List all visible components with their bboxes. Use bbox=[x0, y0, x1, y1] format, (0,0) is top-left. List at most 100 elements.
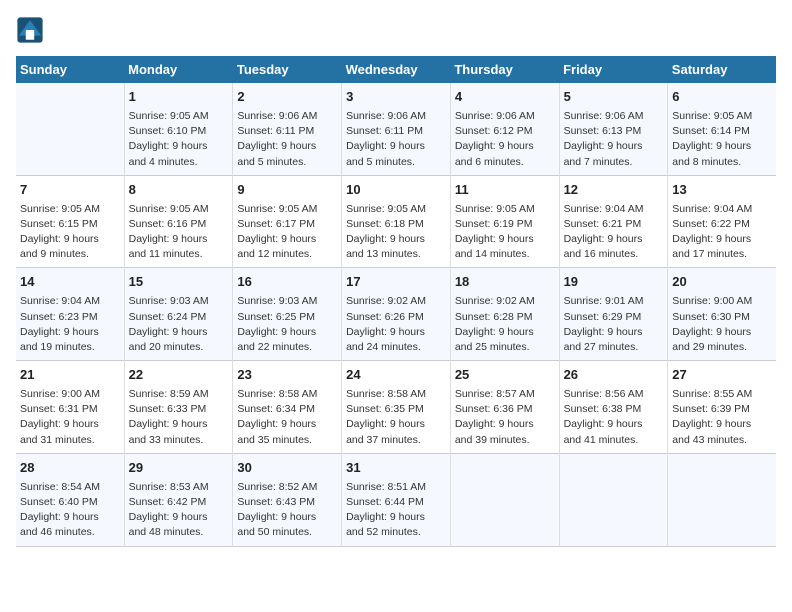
day-info: Sunrise: 9:06 AM Sunset: 6:11 PM Dayligh… bbox=[237, 109, 337, 170]
day-number: 29 bbox=[129, 459, 229, 478]
day-info: Sunrise: 8:54 AM Sunset: 6:40 PM Dayligh… bbox=[20, 480, 120, 541]
day-number: 7 bbox=[20, 181, 120, 200]
day-number: 6 bbox=[672, 88, 772, 107]
day-info: Sunrise: 9:00 AM Sunset: 6:30 PM Dayligh… bbox=[672, 294, 772, 355]
day-info: Sunrise: 8:58 AM Sunset: 6:35 PM Dayligh… bbox=[346, 387, 446, 448]
week-row-3: 14Sunrise: 9:04 AM Sunset: 6:23 PM Dayli… bbox=[16, 268, 776, 361]
day-cell: 19 Sunrise: 9:01 AM Sunset: 6:29 PM Dayli… bbox=[559, 268, 668, 361]
day-cell: 28Sunrise: 8:54 AM Sunset: 6:40 PM Dayli… bbox=[16, 453, 124, 546]
day-cell: 30 Sunrise: 8:52 AM Sunset: 6:43 PM Dayli… bbox=[233, 453, 342, 546]
day-cell: 2 Sunrise: 9:06 AM Sunset: 6:11 PM Daylig… bbox=[233, 83, 342, 175]
day-cell: 25 Sunrise: 8:57 AM Sunset: 6:36 PM Dayli… bbox=[450, 361, 559, 454]
day-cell: 13 Sunrise: 9:04 AM Sunset: 6:22 PM Dayli… bbox=[668, 175, 776, 268]
day-cell: 27 Sunrise: 8:55 AM Sunset: 6:39 PM Dayli… bbox=[668, 361, 776, 454]
day-number: 10 bbox=[346, 181, 446, 200]
header-cell-saturday: Saturday bbox=[668, 56, 776, 83]
day-info: Sunrise: 9:05 AM Sunset: 6:17 PM Dayligh… bbox=[237, 202, 337, 263]
day-number: 25 bbox=[455, 366, 555, 385]
day-cell: 9 Sunrise: 9:05 AM Sunset: 6:17 PM Daylig… bbox=[233, 175, 342, 268]
day-number: 4 bbox=[455, 88, 555, 107]
day-info: Sunrise: 9:02 AM Sunset: 6:26 PM Dayligh… bbox=[346, 294, 446, 355]
day-info: Sunrise: 8:55 AM Sunset: 6:39 PM Dayligh… bbox=[672, 387, 772, 448]
day-cell: 8Sunrise: 9:05 AM Sunset: 6:16 PM Daylig… bbox=[124, 175, 233, 268]
header-cell-thursday: Thursday bbox=[450, 56, 559, 83]
day-cell: 15Sunrise: 9:03 AM Sunset: 6:24 PM Dayli… bbox=[124, 268, 233, 361]
header-cell-sunday: Sunday bbox=[16, 56, 124, 83]
day-info: Sunrise: 9:06 AM Sunset: 6:12 PM Dayligh… bbox=[455, 109, 555, 170]
day-info: Sunrise: 9:04 AM Sunset: 6:23 PM Dayligh… bbox=[20, 294, 120, 355]
day-cell: 23Sunrise: 8:58 AM Sunset: 6:34 PM Dayli… bbox=[233, 361, 342, 454]
day-info: Sunrise: 9:00 AM Sunset: 6:31 PM Dayligh… bbox=[20, 387, 120, 448]
day-number: 9 bbox=[237, 181, 337, 200]
calendar-table: SundayMondayTuesdayWednesdayThursdayFrid… bbox=[16, 56, 776, 547]
day-number: 16 bbox=[237, 273, 337, 292]
day-info: Sunrise: 8:53 AM Sunset: 6:42 PM Dayligh… bbox=[129, 480, 229, 541]
header-cell-tuesday: Tuesday bbox=[233, 56, 342, 83]
day-number: 20 bbox=[672, 273, 772, 292]
day-number: 8 bbox=[129, 181, 229, 200]
day-number: 15 bbox=[129, 273, 229, 292]
day-number: 17 bbox=[346, 273, 446, 292]
day-cell: 5Sunrise: 9:06 AM Sunset: 6:13 PM Daylig… bbox=[559, 83, 668, 175]
day-cell bbox=[16, 83, 124, 175]
day-cell bbox=[668, 453, 776, 546]
day-cell: 20 Sunrise: 9:00 AM Sunset: 6:30 PM Dayli… bbox=[668, 268, 776, 361]
day-info: Sunrise: 8:51 AM Sunset: 6:44 PM Dayligh… bbox=[346, 480, 446, 541]
day-cell: 18Sunrise: 9:02 AM Sunset: 6:28 PM Dayli… bbox=[450, 268, 559, 361]
day-info: Sunrise: 9:05 AM Sunset: 6:19 PM Dayligh… bbox=[455, 202, 555, 263]
day-cell: 1 Sunrise: 9:05 AM Sunset: 6:10 PM Daylig… bbox=[124, 83, 233, 175]
day-number: 3 bbox=[346, 88, 446, 107]
day-number: 30 bbox=[237, 459, 337, 478]
page-header bbox=[16, 16, 776, 44]
logo bbox=[16, 16, 46, 44]
day-cell: 29 Sunrise: 8:53 AM Sunset: 6:42 PM Dayli… bbox=[124, 453, 233, 546]
day-info: Sunrise: 9:06 AM Sunset: 6:11 PM Dayligh… bbox=[346, 109, 446, 170]
day-number: 27 bbox=[672, 366, 772, 385]
day-info: Sunrise: 9:06 AM Sunset: 6:13 PM Dayligh… bbox=[564, 109, 664, 170]
day-cell: 7Sunrise: 9:05 AM Sunset: 6:15 PM Daylig… bbox=[16, 175, 124, 268]
day-info: Sunrise: 9:03 AM Sunset: 6:25 PM Dayligh… bbox=[237, 294, 337, 355]
day-number: 1 bbox=[129, 88, 229, 107]
day-cell bbox=[450, 453, 559, 546]
day-number: 12 bbox=[564, 181, 664, 200]
day-info: Sunrise: 8:59 AM Sunset: 6:33 PM Dayligh… bbox=[129, 387, 229, 448]
day-cell: 4 Sunrise: 9:06 AM Sunset: 6:12 PM Daylig… bbox=[450, 83, 559, 175]
day-cell: 26 Sunrise: 8:56 AM Sunset: 6:38 PM Dayli… bbox=[559, 361, 668, 454]
day-number: 19 bbox=[564, 273, 664, 292]
day-cell: 17 Sunrise: 9:02 AM Sunset: 6:26 PM Dayli… bbox=[342, 268, 451, 361]
header-cell-monday: Monday bbox=[124, 56, 233, 83]
day-info: Sunrise: 8:57 AM Sunset: 6:36 PM Dayligh… bbox=[455, 387, 555, 448]
header-cell-wednesday: Wednesday bbox=[342, 56, 451, 83]
day-number: 26 bbox=[564, 366, 664, 385]
header-cell-friday: Friday bbox=[559, 56, 668, 83]
day-number: 13 bbox=[672, 181, 772, 200]
day-cell: 3 Sunrise: 9:06 AM Sunset: 6:11 PM Daylig… bbox=[342, 83, 451, 175]
day-cell: 10Sunrise: 9:05 AM Sunset: 6:18 PM Dayli… bbox=[342, 175, 451, 268]
week-row-2: 7Sunrise: 9:05 AM Sunset: 6:15 PM Daylig… bbox=[16, 175, 776, 268]
day-number: 2 bbox=[237, 88, 337, 107]
day-number: 24 bbox=[346, 366, 446, 385]
week-row-1: 1 Sunrise: 9:05 AM Sunset: 6:10 PM Daylig… bbox=[16, 83, 776, 175]
day-info: Sunrise: 8:58 AM Sunset: 6:34 PM Dayligh… bbox=[237, 387, 337, 448]
day-info: Sunrise: 8:56 AM Sunset: 6:38 PM Dayligh… bbox=[564, 387, 664, 448]
day-cell: 14Sunrise: 9:04 AM Sunset: 6:23 PM Dayli… bbox=[16, 268, 124, 361]
day-number: 21 bbox=[20, 366, 120, 385]
day-info: Sunrise: 9:02 AM Sunset: 6:28 PM Dayligh… bbox=[455, 294, 555, 355]
day-cell: 12 Sunrise: 9:04 AM Sunset: 6:21 PM Dayli… bbox=[559, 175, 668, 268]
day-info: Sunrise: 9:01 AM Sunset: 6:29 PM Dayligh… bbox=[564, 294, 664, 355]
day-info: Sunrise: 9:04 AM Sunset: 6:22 PM Dayligh… bbox=[672, 202, 772, 263]
day-number: 11 bbox=[455, 181, 555, 200]
day-info: Sunrise: 9:04 AM Sunset: 6:21 PM Dayligh… bbox=[564, 202, 664, 263]
day-info: Sunrise: 9:05 AM Sunset: 6:10 PM Dayligh… bbox=[129, 109, 229, 170]
day-cell bbox=[559, 453, 668, 546]
day-number: 22 bbox=[129, 366, 229, 385]
week-row-4: 21 Sunrise: 9:00 AM Sunset: 6:31 PM Dayli… bbox=[16, 361, 776, 454]
day-cell: 22 Sunrise: 8:59 AM Sunset: 6:33 PM Dayli… bbox=[124, 361, 233, 454]
day-cell: 21 Sunrise: 9:00 AM Sunset: 6:31 PM Dayli… bbox=[16, 361, 124, 454]
day-info: Sunrise: 9:05 AM Sunset: 6:14 PM Dayligh… bbox=[672, 109, 772, 170]
header-row: SundayMondayTuesdayWednesdayThursdayFrid… bbox=[16, 56, 776, 83]
day-cell: 6 Sunrise: 9:05 AM Sunset: 6:14 PM Daylig… bbox=[668, 83, 776, 175]
day-number: 31 bbox=[346, 459, 446, 478]
day-info: Sunrise: 8:52 AM Sunset: 6:43 PM Dayligh… bbox=[237, 480, 337, 541]
week-row-5: 28Sunrise: 8:54 AM Sunset: 6:40 PM Dayli… bbox=[16, 453, 776, 546]
